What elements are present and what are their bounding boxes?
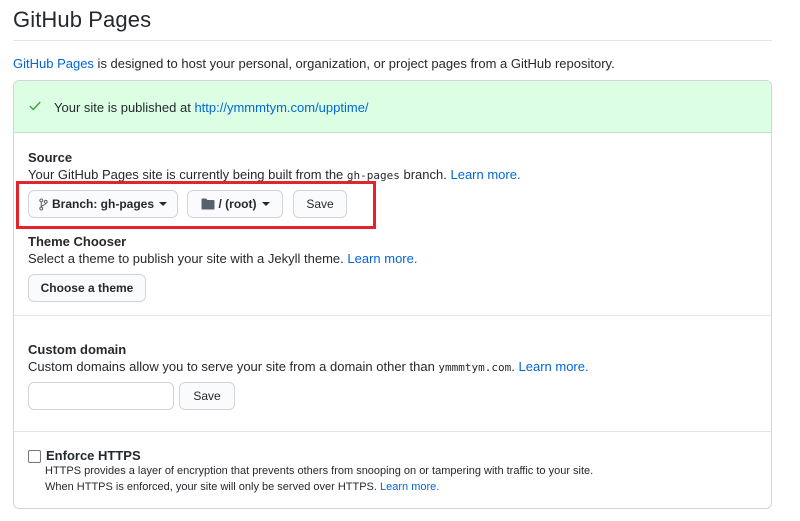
intro-text-rest: is designed to host your personal, organ… <box>93 56 615 71</box>
source-branch-code: gh-pages <box>346 169 400 182</box>
theme-description: Select a theme to publish your site with… <box>28 251 417 266</box>
chevron-down-icon <box>261 202 270 206</box>
title-divider <box>13 40 772 41</box>
pages-settings-box: Your site is published at http://ymmmtym… <box>13 80 772 509</box>
https-description-line2: When HTTPS is enforced, your site will o… <box>45 481 439 493</box>
chevron-down-icon <box>159 202 167 206</box>
custom-domain-heading: Custom domain <box>28 342 127 357</box>
custom-domain-code: ymmmtym.com <box>438 361 512 374</box>
branch-select-label: Branch: gh-pages <box>51 197 154 211</box>
theme-learn-more-link[interactable]: Learn more. <box>347 251 417 266</box>
custom-domain-desc-before: Custom domains allow you to serve your s… <box>28 359 439 374</box>
custom-domain-desc-after: . <box>511 359 519 374</box>
enforce-https-label[interactable]: Enforce HTTPS <box>46 448 141 463</box>
source-heading: Source <box>28 150 73 165</box>
https-desc-line2-text: When HTTPS is enforced, your site will o… <box>45 481 381 493</box>
source-desc-after: branch. <box>399 167 451 182</box>
custom-domain-input[interactable] <box>28 382 174 410</box>
published-flash: Your site is published at http://ymmmtym… <box>14 81 771 133</box>
source-learn-more-link[interactable]: Learn more. <box>450 167 520 182</box>
https-description-line1: HTTPS provides a layer of encryption tha… <box>45 465 594 477</box>
folder-select-label: / (root) <box>218 197 257 211</box>
theme-desc-text: Select a theme to publish your site with… <box>28 251 348 266</box>
source-desc-before: Your GitHub Pages site is currently bein… <box>28 167 347 182</box>
page-title: GitHub Pages <box>13 7 152 32</box>
enforce-https-checkbox[interactable] <box>28 450 41 463</box>
published-message: Your site is published at http://ymmmtym… <box>54 100 369 115</box>
custom-domain-learn-more-link[interactable]: Learn more. <box>519 359 589 374</box>
intro-text: GitHub Pages is designed to host your pe… <box>13 56 615 71</box>
published-url-link[interactable]: http://ymmmtym.com/upptime/ <box>194 100 368 115</box>
folder-select-button[interactable]: / (root) <box>187 190 283 218</box>
published-text: Your site is published at <box>54 100 195 115</box>
choose-theme-button[interactable]: Choose a theme <box>28 274 146 302</box>
source-description: Your GitHub Pages site is currently bein… <box>28 167 521 182</box>
theme-heading: Theme Chooser <box>28 234 127 249</box>
git-branch-icon <box>39 198 48 210</box>
custom-domain-save-button[interactable]: Save <box>179 382 235 410</box>
source-save-button[interactable]: Save <box>293 190 347 218</box>
branch-select-button[interactable]: Branch: gh-pages <box>28 190 178 218</box>
https-learn-more-link[interactable]: Learn more. <box>380 481 439 493</box>
folder-icon <box>201 198 214 210</box>
section-divider <box>14 431 771 432</box>
github-pages-link[interactable]: GitHub Pages <box>13 56 94 71</box>
section-divider <box>14 315 771 316</box>
custom-domain-description: Custom domains allow you to serve your s… <box>28 359 589 374</box>
check-icon <box>29 101 41 111</box>
